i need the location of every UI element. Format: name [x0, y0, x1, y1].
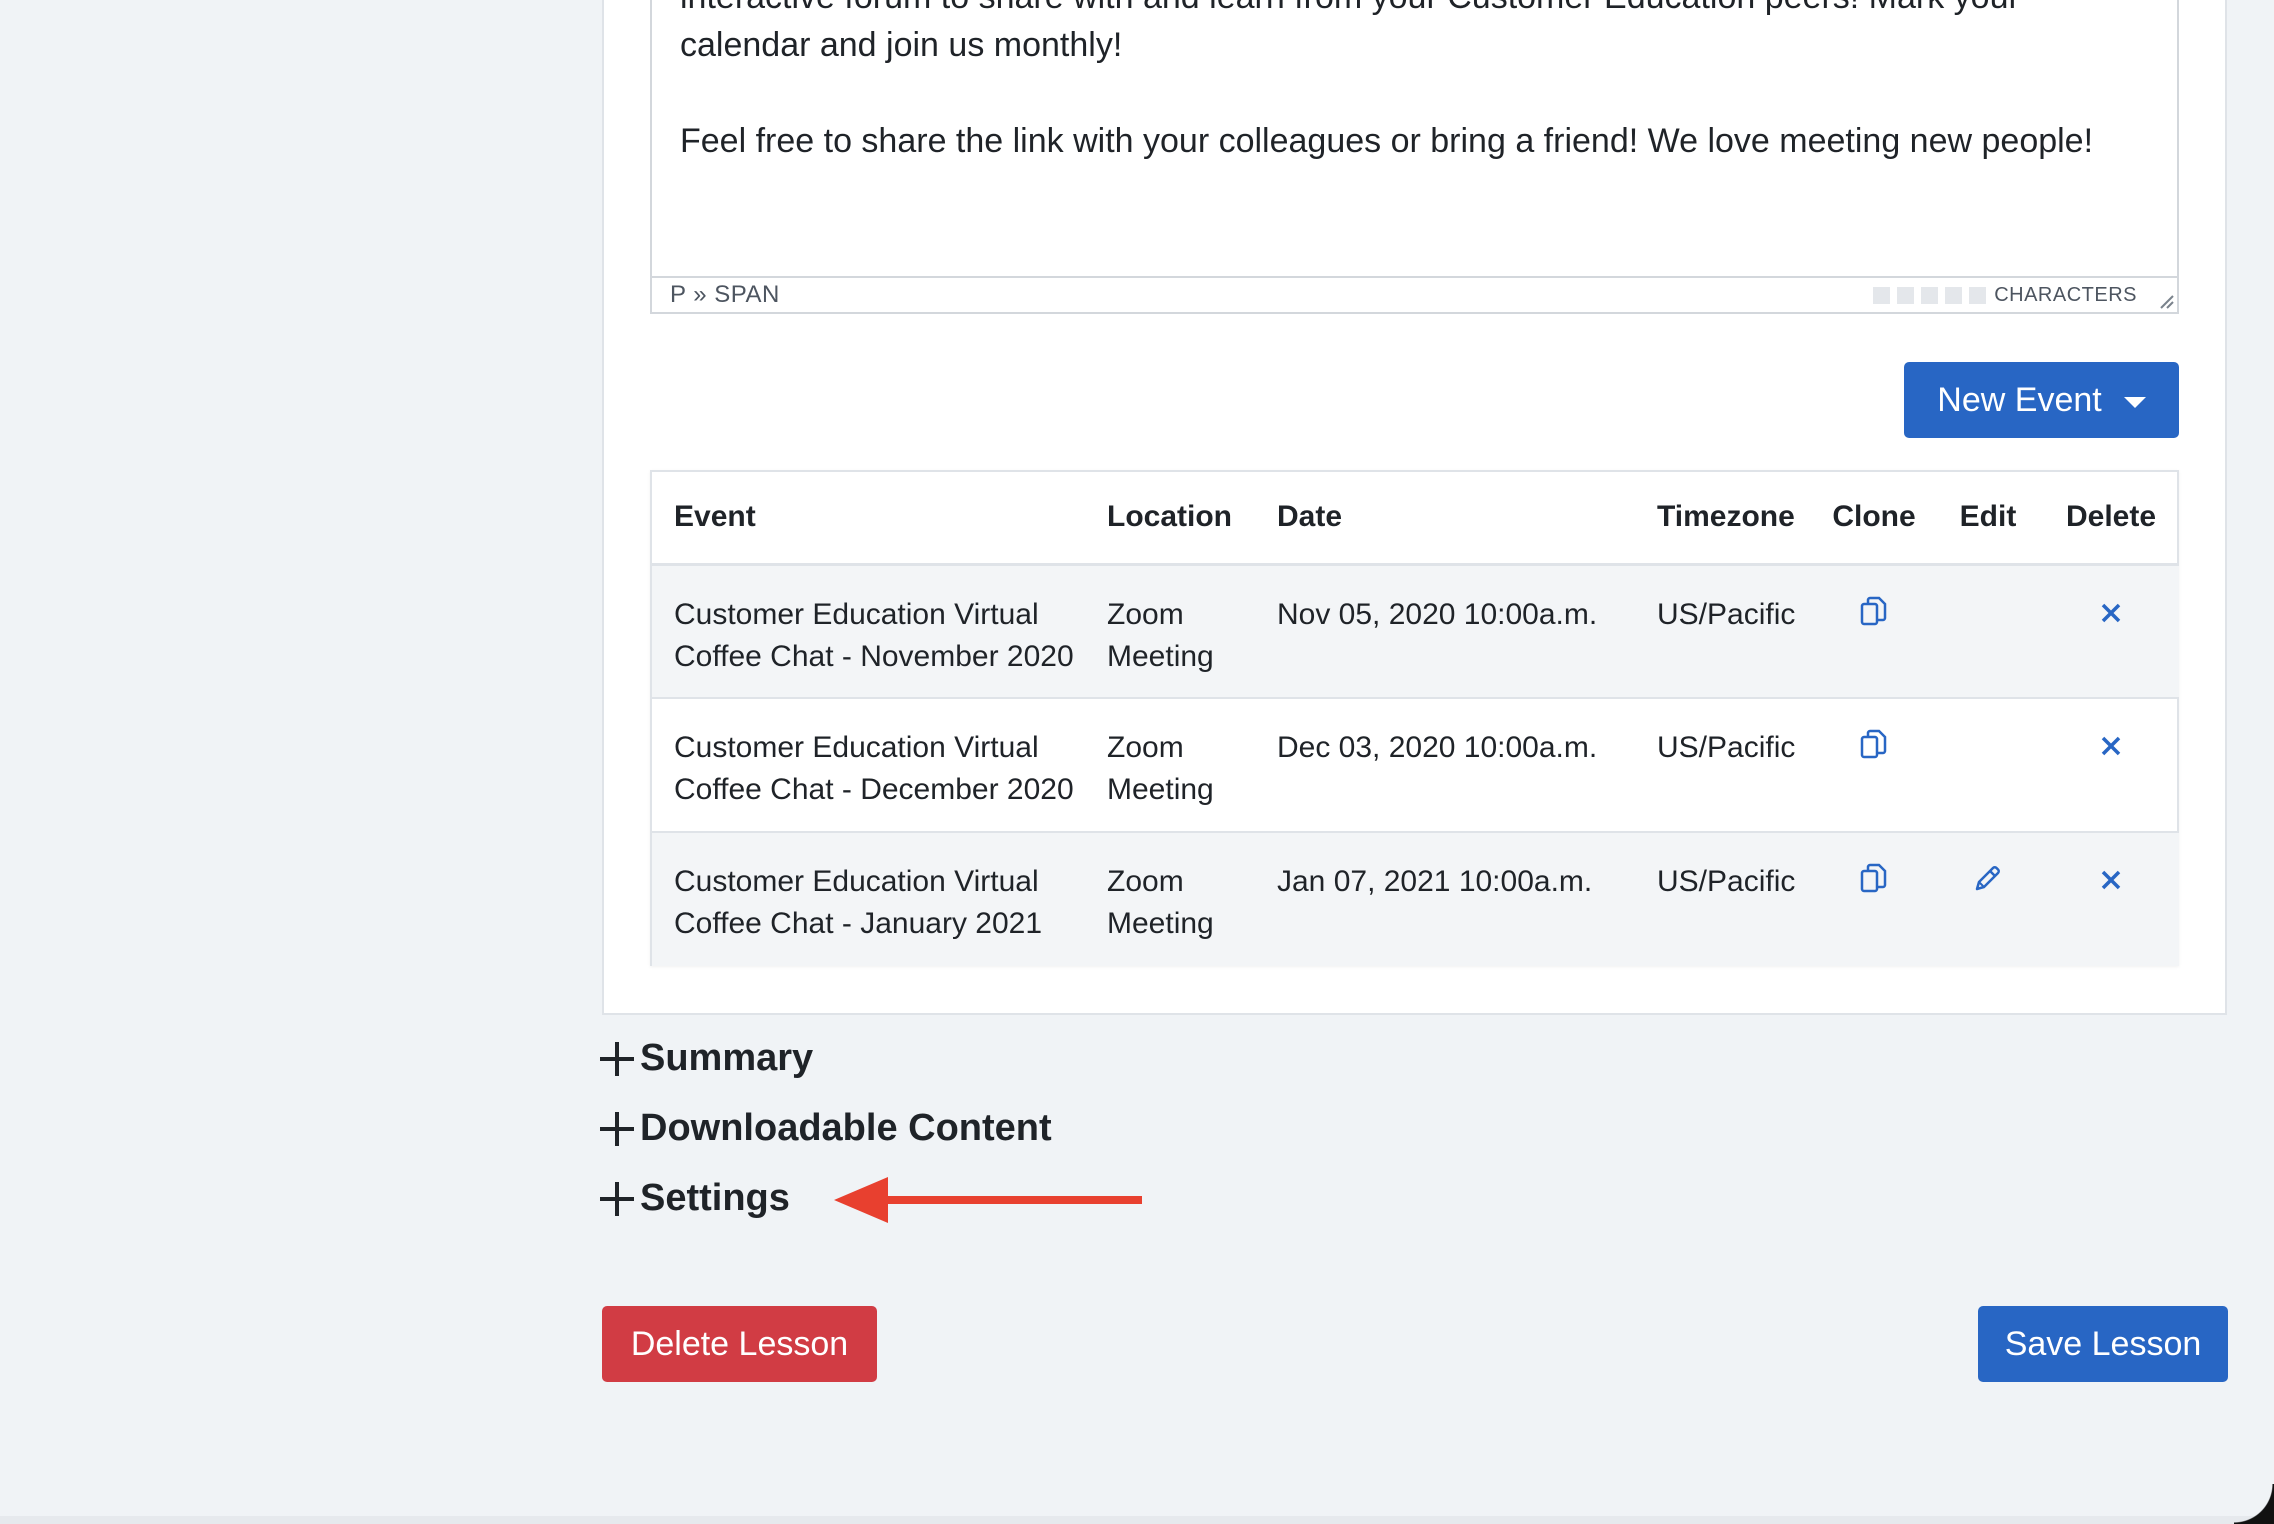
downloadable-content-section-label: Downloadable Content — [640, 1107, 1052, 1149]
close-icon[interactable] — [2100, 735, 2122, 757]
table-row: Customer Education Virtual Coffee Chat -… — [652, 698, 2179, 833]
copy-icon[interactable] — [1860, 729, 1888, 761]
editor-content[interactable]: interactive forum to share with and lear… — [652, 0, 2177, 278]
close-icon[interactable] — [2100, 869, 2122, 891]
editor-status-bar: P » SPAN CHARACTERS — [652, 276, 2177, 312]
event-cell: Customer Education Virtual Coffee Chat -… — [652, 564, 1085, 699]
timezone-cell: US/Pacific — [1635, 698, 1815, 833]
event-cell: Customer Education Virtual Coffee Chat -… — [652, 832, 1085, 966]
location-cell: Zoom Meeting — [1085, 698, 1255, 833]
clone-cell — [1815, 564, 1933, 699]
clone-cell — [1815, 698, 1933, 833]
table-row: Customer Education Virtual Coffee Chat -… — [652, 832, 2179, 966]
location-line: Zoom — [1107, 731, 1184, 764]
location-line: Meeting — [1107, 773, 1214, 806]
character-count: CHARACTERS — [1873, 284, 2137, 307]
downloadable-content-section-toggle[interactable]: Downloadable Content — [600, 1107, 1052, 1150]
settings-section-label: Settings — [640, 1177, 790, 1219]
location-line: Meeting — [1107, 639, 1214, 673]
column-header-location: Location — [1085, 472, 1255, 566]
column-header-clone: Clone — [1815, 472, 1933, 566]
edit-cell — [1933, 564, 2043, 699]
event-cell: Customer Education Virtual Coffee Chat -… — [652, 698, 1085, 833]
delete-cell — [2043, 832, 2179, 966]
save-lesson-label: Save Lesson — [2004, 1324, 2202, 1363]
timezone-cell: US/Pacific — [1635, 564, 1815, 699]
column-header-date: Date — [1255, 472, 1635, 566]
resize-handle-icon[interactable] — [2157, 292, 2175, 310]
element-path: P » SPAN — [670, 281, 780, 308]
location-line: Zoom — [1107, 597, 1184, 631]
location-cell: Zoom Meeting — [1085, 564, 1255, 699]
date-cell: Jan 07, 2021 10:00a.m. — [1277, 865, 1593, 898]
column-header-timezone: Timezone — [1635, 472, 1815, 566]
save-lesson-button[interactable]: Save Lesson — [1978, 1306, 2228, 1382]
caret-down-icon — [2123, 396, 2146, 408]
edit-cell — [1933, 698, 2043, 833]
event-name-line: Coffee Chat - December 2020 — [674, 773, 1074, 806]
column-header-event: Event — [652, 472, 1085, 566]
copy-icon[interactable] — [1860, 863, 1888, 895]
delete-lesson-button[interactable]: Delete Lesson — [602, 1306, 877, 1382]
delete-lesson-label: Delete Lesson — [630, 1324, 849, 1363]
date-cell: Nov 05, 2020 10:00a.m. — [1255, 564, 1635, 699]
character-count-value — [1873, 286, 1987, 304]
table-header-row: Event Location Date Timezone Clone Edit … — [652, 472, 2179, 566]
new-event-label: New Event — [1937, 380, 2102, 419]
clone-cell — [1815, 832, 1933, 966]
delete-cell — [2043, 564, 2179, 699]
editor-text-line: calendar and join us monthly! — [680, 25, 1123, 64]
delete-cell — [2043, 698, 2179, 833]
plus-icon — [600, 1181, 634, 1216]
new-event-button[interactable]: New Event — [1904, 362, 2179, 438]
editor-paragraph-1: interactive forum to share with and lear… — [680, 0, 2149, 69]
settings-section-toggle[interactable]: Settings — [600, 1177, 790, 1220]
event-name-line: Customer Education Virtual — [674, 865, 1039, 898]
location-cell: Zoom Meeting — [1085, 832, 1255, 966]
table-row: Customer Education Virtual Coffee Chat -… — [652, 564, 2179, 699]
date-cell: Dec 03, 2020 10:00a.m. — [1255, 698, 1635, 833]
column-header-edit: Edit — [1933, 472, 2043, 566]
event-name-line: Coffee Chat - November 2020 — [674, 639, 1074, 673]
annotation-arrow-icon — [834, 1177, 1142, 1223]
column-header-delete: Delete — [2043, 472, 2179, 566]
timezone-cell: US/Pacific — [1657, 865, 1796, 898]
copy-icon[interactable] — [1860, 596, 1888, 628]
event-name-line: Customer Education Virtual — [674, 597, 1039, 631]
characters-label: CHARACTERS — [1994, 283, 2137, 306]
window-bottom-edge — [0, 1516, 2274, 1524]
window-corner — [2234, 1484, 2274, 1524]
plus-icon — [600, 1111, 634, 1146]
event-name-line: Customer Education Virtual — [674, 731, 1039, 764]
summary-section-label: Summary — [640, 1037, 814, 1079]
summary-section-toggle[interactable]: Summary — [600, 1037, 813, 1080]
close-icon[interactable] — [2100, 602, 2122, 624]
location-line: Zoom — [1107, 865, 1184, 898]
edit-cell — [1933, 832, 2043, 966]
event-name-line: Coffee Chat - January 2021 — [674, 907, 1043, 940]
editor-paragraph-2: Feel free to share the link with your co… — [680, 122, 2094, 160]
location-line: Meeting — [1107, 907, 1214, 940]
editor-text-line: interactive forum to share with and lear… — [680, 0, 2149, 22]
events-table: Event Location Date Timezone Clone Edit … — [650, 470, 2179, 966]
plus-icon — [600, 1041, 634, 1076]
rich-text-editor[interactable]: interactive forum to share with and lear… — [650, 0, 2179, 314]
pencil-icon[interactable] — [1973, 863, 2003, 893]
